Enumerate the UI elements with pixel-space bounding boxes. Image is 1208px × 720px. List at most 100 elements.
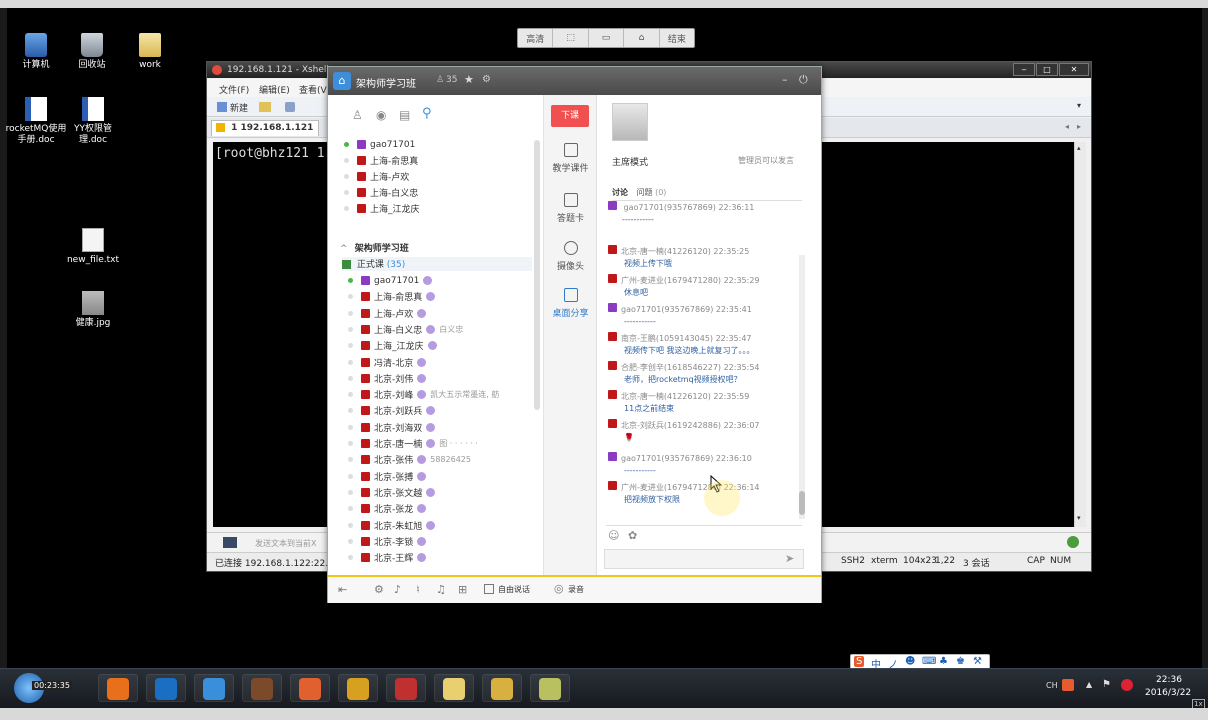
clock-time[interactable]: 22:36: [1156, 675, 1182, 685]
ime-tool-icon[interactable]: ⚒: [973, 656, 982, 667]
ime-tool-icon[interactable]: ♚: [956, 656, 965, 667]
tab-next-icon[interactable]: ▸: [1077, 122, 1081, 131]
answer-card-button[interactable]: 答题卡: [544, 193, 597, 224]
sogou-logo-icon[interactable]: S: [854, 656, 865, 667]
desktop-icon-computer[interactable]: 计算机: [4, 33, 68, 71]
favorite-icon[interactable]: ★: [464, 73, 474, 86]
user-icon[interactable]: ♙: [352, 108, 363, 122]
tray-expand-icon[interactable]: ▲: [1086, 680, 1092, 689]
member-row[interactable]: 北京-王辉: [348, 550, 427, 565]
member-row[interactable]: 北京-张龙: [348, 501, 427, 516]
microphone-icon[interactable]: ♮: [416, 583, 420, 596]
mixer-icon[interactable]: ⊞: [458, 583, 467, 596]
maximize-button[interactable]: □: [1036, 63, 1058, 76]
sogou-tray-icon[interactable]: [1062, 679, 1074, 691]
taskbar-app[interactable]: [386, 674, 426, 702]
desktop-icon-yy-doc[interactable]: YY权限管理.doc: [61, 97, 125, 146]
open-folder-icon[interactable]: [259, 102, 271, 112]
desktop-icon-recycle-bin[interactable]: 回收站: [60, 33, 124, 71]
member-row[interactable]: 北京-刘峰 凯大五示常墨连, 舫: [348, 387, 499, 402]
ime-tool-icon[interactable]: ☻: [905, 656, 915, 667]
stop-tray-icon[interactable]: [1121, 679, 1133, 691]
teacher-avatar[interactable]: [612, 103, 648, 141]
desktop-icon-image[interactable]: 健康.jpg: [61, 291, 125, 329]
home-button[interactable]: ⌂: [624, 29, 660, 47]
channel-row[interactable]: 正式课 (35): [342, 257, 532, 271]
pinned-member-row[interactable]: 上海-卢欢: [344, 169, 409, 184]
pinned-member-row[interactable]: 上海-白义忠: [344, 185, 418, 200]
network-icon[interactable]: ⚑: [1102, 679, 1111, 690]
home-icon[interactable]: ⌂: [333, 72, 351, 90]
list-icon[interactable]: ▤: [399, 108, 410, 122]
member-row[interactable]: 上海-白义忠 白义忠: [348, 322, 463, 337]
member-row[interactable]: 上海_江龙庆: [348, 338, 437, 353]
menu-view[interactable]: 查看(V: [299, 83, 327, 96]
mode-label[interactable]: 主席模式: [612, 155, 648, 168]
compose-input[interactable]: 发送文本到当前X: [255, 538, 316, 549]
member-row[interactable]: 北京-刘跃兵: [348, 403, 436, 418]
language-indicator[interactable]: CH: [1046, 681, 1058, 690]
session-tab[interactable]: 1 192.168.1.121: [211, 120, 319, 136]
ime-tool-icon[interactable]: ♣: [939, 656, 948, 667]
pinned-member-row[interactable]: 上海_江龙庆: [344, 201, 420, 216]
member-row[interactable]: gao71701: [348, 273, 433, 288]
search-icon[interactable]: ⚲: [422, 106, 432, 121]
member-row[interactable]: 冯清-北京: [348, 355, 427, 370]
end-button[interactable]: 结束: [660, 29, 694, 47]
exit-icon[interactable]: ⇤: [338, 583, 347, 596]
member-row[interactable]: 北京-张伟 58826425: [348, 452, 471, 467]
taskbar-app[interactable]: [530, 674, 570, 702]
desktop-icon-new-file[interactable]: new_file.txt: [61, 228, 125, 266]
power-icon[interactable]: ⏻: [799, 73, 808, 87]
scroll-up-icon[interactable]: ▴: [1077, 144, 1081, 152]
compose-menu-icon[interactable]: [223, 537, 237, 548]
hd-button[interactable]: 高清: [518, 29, 554, 47]
clock-date[interactable]: 2016/3/22: [1145, 688, 1191, 698]
send-icon[interactable]: ➤: [785, 552, 794, 565]
desktop-icon-rocketmq-doc[interactable]: rocketMQ使用手册.doc: [4, 97, 68, 146]
panel-scrollbar[interactable]: [534, 140, 540, 410]
member-row[interactable]: 北京-唐一楠 图 · · · · · ·: [348, 436, 478, 451]
minimize-icon[interactable]: –: [782, 73, 788, 86]
speaker-icon[interactable]: ♪: [394, 583, 401, 596]
pinned-member-row[interactable]: gao71701: [344, 137, 415, 152]
taskbar-app[interactable]: [242, 674, 282, 702]
taskbar-app[interactable]: [482, 674, 522, 702]
menu-edit[interactable]: 编辑(E): [259, 83, 290, 96]
location-icon[interactable]: ◉: [376, 108, 386, 122]
tab-discuss[interactable]: 讨论: [612, 188, 628, 197]
member-row[interactable]: 北京-张搏: [348, 469, 427, 484]
scroll-down-icon[interactable]: ▾: [1077, 514, 1081, 522]
member-row[interactable]: 上海-俞思真: [348, 289, 436, 304]
desktop-icon-work[interactable]: work: [118, 33, 182, 71]
scroll-thumb[interactable]: [799, 491, 805, 515]
emoji-icon[interactable]: ☺: [608, 529, 619, 542]
settings-icon[interactable]: ⚙: [374, 583, 384, 596]
ime-tool-icon[interactable]: ⌨: [922, 656, 936, 667]
member-row[interactable]: 北京-张文越: [348, 485, 436, 500]
message-scrollbar[interactable]: [799, 255, 805, 519]
taskbar-app[interactable]: [434, 674, 474, 702]
free-talk-label[interactable]: 自由说话: [498, 584, 530, 595]
new-session-button[interactable]: 新建: [230, 101, 248, 114]
message-list[interactable]: 北京-唐一楠(41226120) 22:35:25 视频上传下哦 广州-麦进业(16…: [604, 245, 804, 515]
minimize-button[interactable]: ‒: [1013, 63, 1035, 76]
member-row[interactable]: 北京-刘伟: [348, 371, 427, 386]
toolbar-more-icon[interactable]: ▾: [1077, 101, 1081, 110]
link-icon[interactable]: [285, 102, 295, 112]
region-button[interactable]: ⬚: [553, 29, 589, 47]
group-header[interactable]: ^ 架构师学习班: [340, 241, 409, 254]
close-button[interactable]: ✕: [1059, 63, 1089, 76]
terminal-scrollbar[interactable]: ▴ ▾: [1074, 142, 1086, 527]
taskbar-app[interactable]: [290, 674, 330, 702]
member-row[interactable]: 北京-刘海双: [348, 420, 436, 435]
pinned-member-row[interactable]: 上海-俞思真: [344, 153, 418, 168]
menu-file[interactable]: 文件(F): [219, 83, 249, 96]
chat-input[interactable]: ➤: [604, 549, 804, 569]
compose-send-icon[interactable]: [1067, 536, 1079, 548]
camera-button[interactable]: 摄像头: [544, 241, 597, 272]
taskbar-app[interactable]: [338, 674, 378, 702]
music-icon[interactable]: ♫: [436, 583, 446, 596]
tab-prev-icon[interactable]: ◂: [1065, 122, 1069, 131]
tab-questions[interactable]: 问题: [637, 188, 653, 197]
